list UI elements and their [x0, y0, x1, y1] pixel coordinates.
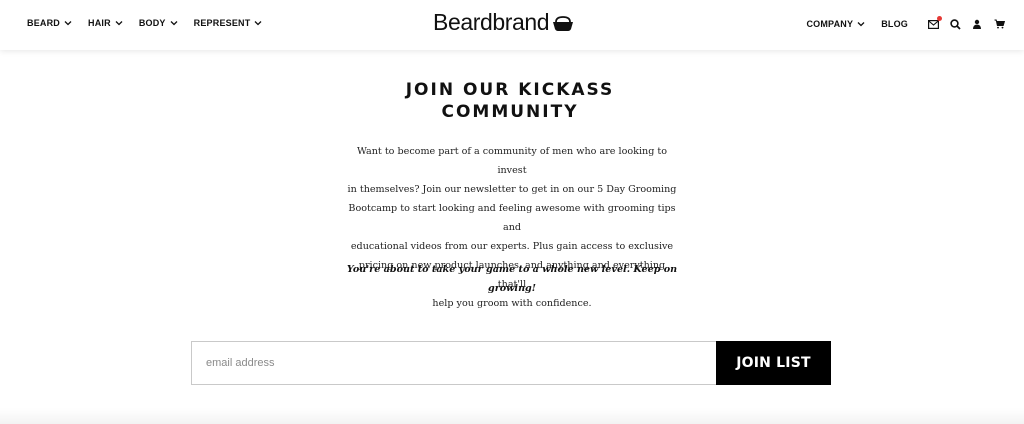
description-line: educational videos from our experts. Plu…	[350, 241, 674, 252]
nav-item-body[interactable]: BODY	[139, 18, 178, 28]
chevron-down-icon	[254, 21, 262, 26]
cart-icon[interactable]	[992, 18, 1006, 30]
title-line: COMMUNITY	[441, 102, 579, 122]
description-line: Want to become part of a community of me…	[356, 146, 668, 176]
newsletter-form: JOIN LIST	[191, 341, 831, 385]
nav-item-label: COMPANY	[806, 19, 854, 29]
mail-icon[interactable]	[926, 16, 942, 30]
site-header: BEARD HAIR BODY REPRESENT Beardbrand COM…	[0, 0, 1024, 50]
account-icon[interactable]	[970, 18, 984, 30]
nav-item-company[interactable]: COMPANY	[806, 19, 865, 29]
tagline: You're about to take your game to a whol…	[346, 260, 678, 298]
nav-item-label: HAIR	[88, 18, 111, 28]
tagline-line: growing!	[488, 283, 536, 294]
section-divider	[0, 408, 1024, 424]
chevron-down-icon	[64, 21, 72, 26]
chevron-down-icon	[170, 21, 178, 26]
bowl-logo-icon	[553, 15, 574, 31]
section-title: JOIN OUR KICKASS COMMUNITY	[380, 79, 640, 123]
notification-dot	[937, 16, 942, 21]
join-list-button[interactable]: JOIN LIST	[716, 341, 831, 385]
nav-item-label: REPRESENT	[193, 18, 251, 28]
chevron-down-icon	[857, 22, 865, 27]
nav-item-label: BLOG	[881, 19, 908, 29]
email-input[interactable]	[191, 341, 716, 385]
search-icon[interactable]	[948, 18, 962, 30]
nav-item-hair[interactable]: HAIR	[88, 18, 123, 28]
chevron-down-icon	[115, 21, 123, 26]
secondary-nav: COMPANY BLOG	[806, 16, 1006, 30]
nav-item-beard[interactable]: BEARD	[27, 18, 72, 28]
title-line: JOIN OUR KICKASS	[405, 80, 615, 100]
tagline-line: You're about to take your game to a whol…	[346, 264, 678, 275]
logo-text: Beardbrand	[433, 9, 550, 35]
site-logo[interactable]: Beardbrand	[433, 9, 574, 36]
nav-item-blog[interactable]: BLOG	[881, 19, 908, 29]
nav-item-label: BODY	[138, 18, 166, 28]
description-line: Bootcamp to start looking and feeling aw…	[348, 203, 676, 233]
primary-nav: BEARD HAIR BODY REPRESENT	[27, 18, 278, 28]
description-line: in themselves? Join our newsletter to ge…	[347, 184, 677, 195]
nav-item-label: BEARD	[27, 18, 61, 28]
nav-item-represent[interactable]: REPRESENT	[194, 18, 263, 28]
